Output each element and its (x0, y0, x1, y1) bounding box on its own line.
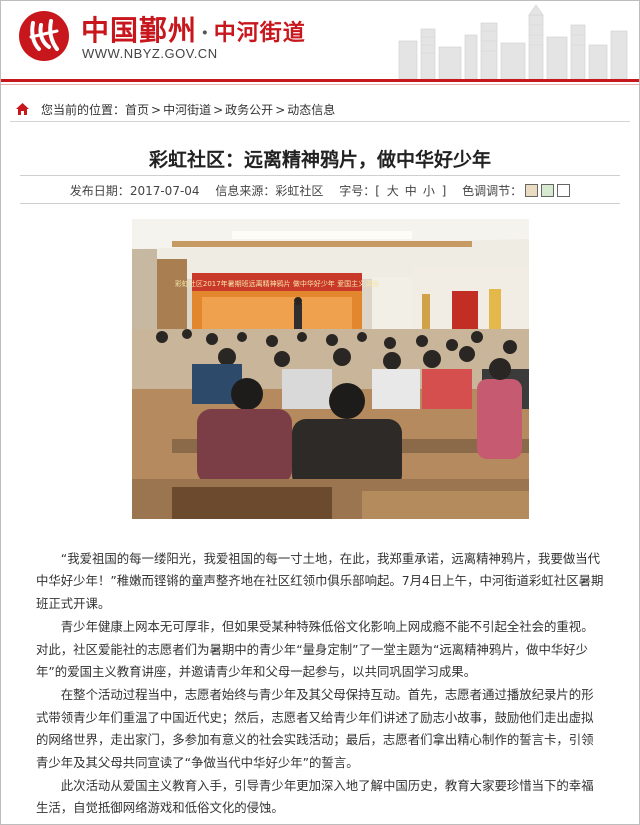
photo-banner: 彩虹社区2017年暑期班远离精神鸦片 做中华好少年 爱国主义讲座 (175, 279, 379, 288)
title-separator: · (201, 20, 210, 46)
font-bracket-open: [ (375, 184, 380, 198)
meta-bottom-rule (20, 203, 620, 204)
source-label: 信息来源： (215, 184, 276, 198)
yz-logo-icon[interactable] (19, 11, 69, 61)
swatch-white-button[interactable] (557, 184, 571, 197)
swatch-beige-button[interactable] (525, 184, 539, 197)
breadcrumb-gov-open[interactable]: 政务公开 (225, 103, 273, 117)
breadcrumb-prefix: 您当前的位置： (41, 103, 126, 117)
header-red-rule (1, 79, 639, 82)
breadcrumb-zhonghe[interactable]: 中河街道 (163, 103, 211, 117)
site-url: WWW.NBYZ.GOV.CN (82, 46, 218, 61)
site-name: 中国鄞州 (81, 14, 198, 47)
paragraph-2: 青少年健康上网本无可厚非，但如果受某种特殊低俗文化影响上网成瘾不能不引起全社会的… (36, 619, 594, 680)
font-size-label: 字号： (339, 184, 376, 198)
breadcrumb-separator: > (151, 103, 162, 117)
swatch-green-button[interactable] (541, 184, 555, 197)
date-label: 发布日期： (69, 184, 130, 198)
breadcrumb-separator: > (213, 103, 224, 117)
breadcrumb-news[interactable]: 动态信息 (287, 103, 335, 117)
breadcrumb-separator: > (275, 103, 286, 117)
color-tone-label: 色调调节： (462, 184, 523, 198)
breadcrumb: 您当前的位置：首页 > 中河街道 > 政务公开 > 动态信息 (16, 101, 335, 118)
article-source: 彩虹社区 (275, 184, 324, 198)
paragraph-3: 在整个活动过程当中，志愿者始终与青少年及其父母保持互动。首先，志愿者通过播放纪录… (36, 687, 594, 770)
publish-date: 2017-07-04 (129, 184, 200, 198)
paragraph-4: 此次活动从爱国主义教育入手，引导青少年更加深入地了解中国历史，教育大家要珍惜当下… (36, 778, 594, 816)
classroom-photo-image: 彩虹社区2017年暑期班远离精神鸦片 做中华好少年 爱国主义讲座 (132, 219, 529, 519)
paragraph-1: “我爱祖国的每一缕阳光，我爱祖国的每一寸土地，在此，我郑重承诺，远离精神鸦片，我… (36, 551, 604, 611)
font-large-button[interactable]: 大 (387, 184, 399, 198)
meta-top-rule (20, 175, 620, 176)
font-small-button[interactable]: 小 (423, 184, 435, 198)
home-icon (16, 103, 29, 115)
article-title: 彩虹社区：远离精神鸦片，做中华好少年 (148, 149, 491, 171)
article-body: “我爱祖国的每一缕阳光，我爱祖国的每一寸土地，在此，我郑重承诺，远离精神鸦片，我… (36, 548, 604, 821)
site-title[interactable]: 中国鄞州 · 中河街道 (81, 9, 306, 49)
font-medium-button[interactable]: 中 (405, 184, 417, 198)
breadcrumb-home[interactable]: 首页 (125, 103, 149, 117)
site-header: 中国鄞州 · 中河街道 WWW.NBYZ.GOV.CN (1, 1, 639, 79)
article-meta: 发布日期：2017-07-04 信息来源：彩虹社区 字号：[ 大中小 ] 色调调… (0, 182, 640, 199)
header-thin-rule (1, 84, 639, 85)
subsite-name: 中河街道 (213, 20, 306, 46)
skyline-icon (398, 4, 628, 79)
article-photo: 彩虹社区2017年暑期班远离精神鸦片 做中华好少年 爱国主义讲座 (132, 219, 529, 519)
font-bracket-close: ] (441, 184, 447, 198)
breadcrumb-divider (10, 121, 630, 122)
